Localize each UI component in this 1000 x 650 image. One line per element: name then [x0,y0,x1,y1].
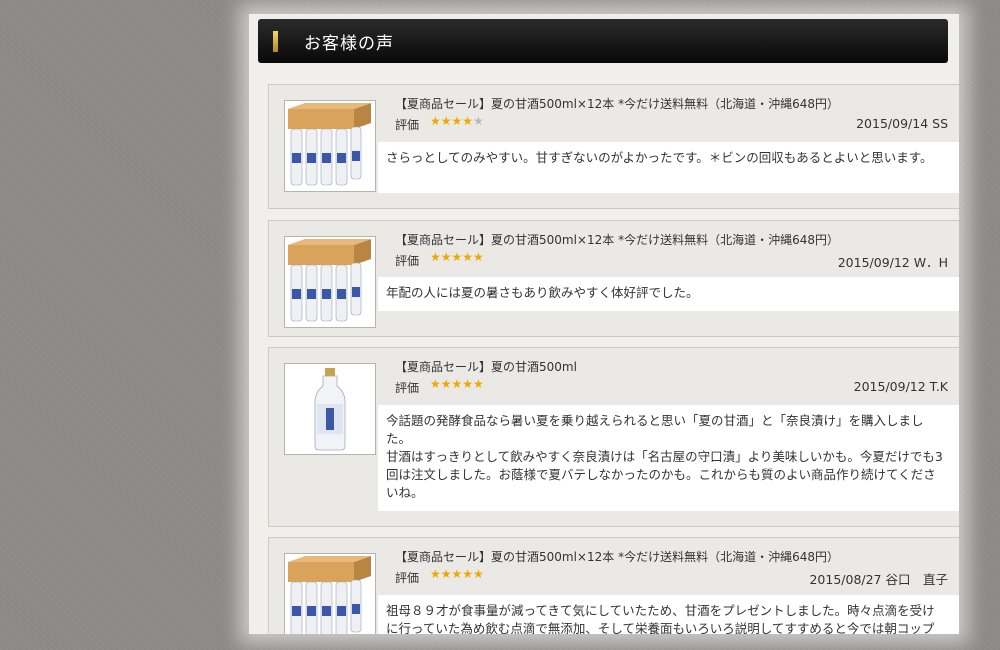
review-body: 年配の人には夏の暑さもあり飲みやすく体好評でした。 [378,277,959,311]
rating-stars: ★★★★★ [430,567,484,581]
bottle-case-icon [288,556,371,634]
bottle-icon [314,368,346,451]
product-image-case[interactable] [284,100,376,192]
review-product-title[interactable]: 【夏商品セール】夏の甘酒500ml×12本 *今だけ送料無料（北海道・沖縄648… [395,231,839,248]
header-accent-bar [273,31,278,52]
reviews-panel: お客様の声 【夏商品セール】夏の甘酒500ml×12本 *今だけ送料無料（北海道… [249,14,959,634]
review-card: 【夏商品セール】夏の甘酒500ml×12本 *今だけ送料無料（北海道・沖縄648… [268,84,959,209]
page-background: お客様の声 【夏商品セール】夏の甘酒500ml×12本 *今だけ送料無料（北海道… [0,0,1000,650]
product-image-bottle[interactable] [284,363,376,455]
star-filled-icons: ★★★★ [430,114,474,128]
rating-stars: ★★★★★ [430,250,484,264]
review-date-author: 2015/09/14 SS [856,116,948,131]
review-product-title[interactable]: 【夏商品セール】夏の甘酒500ml [395,358,577,375]
review-body: 祖母８９才が食事量が減ってきて気にしていたため、甘酒をプレゼントしました。時々点… [378,595,959,634]
section-title: お客様の声 [304,34,394,54]
product-image-case[interactable] [284,236,376,328]
review-card: 【夏商品セール】夏の甘酒500ml×12本 *今だけ送料無料（北海道・沖縄648… [268,220,959,337]
bottle-case-icon [288,103,371,186]
review-date-author: 2015/08/27 谷口 直子 [809,572,948,587]
product-image-case[interactable] [284,553,376,634]
review-body: さらっとしてのみやすい。甘すぎないのがよかったです。＊ビンの回収もあるとよいと思… [378,142,959,193]
review-product-title[interactable]: 【夏商品セール】夏の甘酒500ml×12本 *今だけ送料無料（北海道・沖縄648… [395,548,839,565]
star-filled-icons: ★★★★★ [430,250,484,264]
review-date-author: 2015/09/12 T.K [853,379,948,394]
rating-label: 評価 [395,381,420,395]
rating-label: 評価 [395,571,420,585]
review-product-title[interactable]: 【夏商品セール】夏の甘酒500ml×12本 *今だけ送料無料（北海道・沖縄648… [395,95,839,112]
review-card: 【夏商品セール】夏の甘酒500ml 評価 ★★★★★ 2015/09/12 T.… [268,347,959,527]
rating-stars: ★★★★★ [430,114,484,128]
rating-label: 評価 [395,118,420,132]
bottle-case-icon [288,239,371,322]
rating-stars: ★★★★★ [430,377,484,391]
section-header: お客様の声 [258,19,948,63]
star-filled-icons: ★★★★★ [430,377,484,391]
star-empty-icons: ★ [473,114,484,128]
star-filled-icons: ★★★★★ [430,567,484,581]
review-date-author: 2015/09/12 W．H [837,255,948,270]
rating-label: 評価 [395,254,420,268]
review-body: 今話題の発酵食品なら暑い夏を乗り越えられると思い「夏の甘酒」と「奈良漬け」を購入… [378,405,959,511]
review-card: 【夏商品セール】夏の甘酒500ml×12本 *今だけ送料無料（北海道・沖縄648… [268,537,959,634]
